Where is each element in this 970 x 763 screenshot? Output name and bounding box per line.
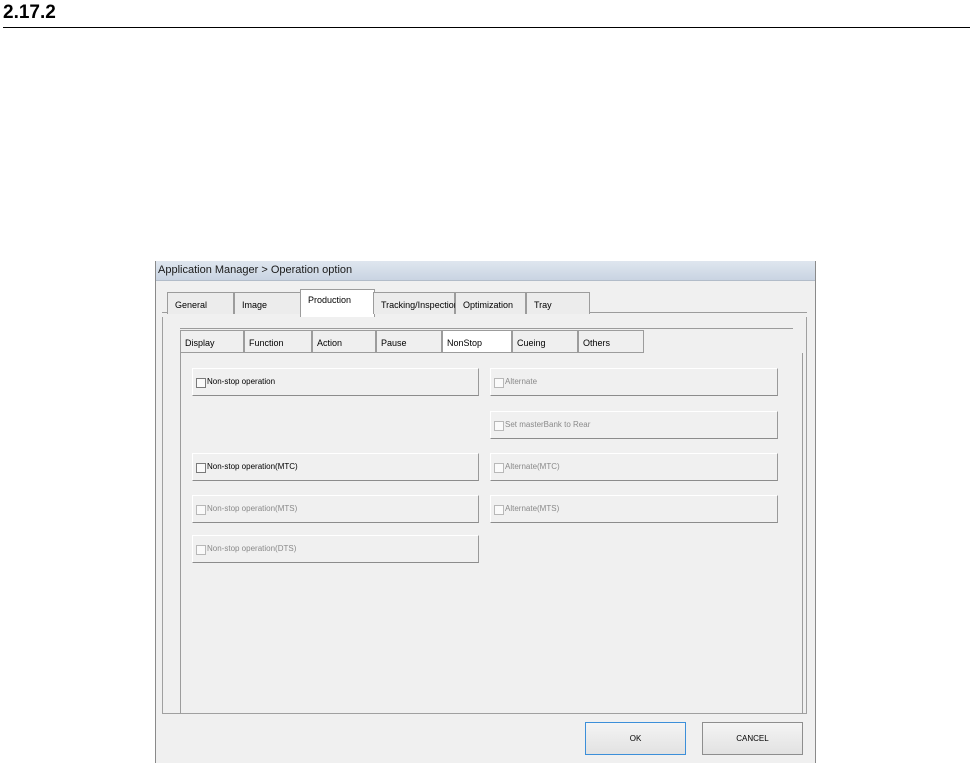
nonstop-operation-mts-checkbox [196, 505, 206, 515]
subtab-action[interactable]: Action [312, 330, 376, 353]
nonstop-operation-dts-label: Non-stop operation(DTS) [207, 544, 297, 553]
tab-image[interactable]: Image [234, 292, 301, 314]
cancel-button[interactable]: CANCEL [702, 722, 803, 755]
nonstop-operation-mtc-option[interactable]: Non-stop operation(MTC) [192, 453, 479, 481]
section-heading: 2.17.2 [3, 0, 970, 28]
dialog-titlebar: Application Manager > Operation option [156, 261, 815, 281]
subtab-strip-line [180, 328, 793, 329]
nonstop-operation-mtc-label: Non-stop operation(MTC) [207, 462, 298, 471]
set-masterbank-rear-label: Set masterBank to Rear [505, 420, 591, 429]
nonstop-operation-dts-checkbox [196, 545, 206, 555]
alternate-mts-checkbox [494, 505, 504, 515]
ok-button[interactable]: OK [585, 722, 686, 755]
operation-option-dialog: Application Manager > Operation option G… [155, 261, 816, 763]
nonstop-operation-label: Non-stop operation [207, 377, 276, 386]
tab-tracking-inspection[interactable]: Tracking/Inspection [373, 292, 459, 314]
alternate-checkbox [494, 378, 504, 388]
subtab-cueing[interactable]: Cueing [512, 330, 578, 353]
subtab-nonstop[interactable]: NonStop [442, 330, 512, 353]
set-masterbank-rear-option: Set masterBank to Rear [490, 411, 778, 439]
tab-optimization[interactable]: Optimization [455, 292, 526, 314]
alternate-mts-label: Alternate(MTS) [505, 504, 560, 513]
alternate-mtc-checkbox [494, 463, 504, 473]
nonstop-operation-checkbox[interactable] [196, 378, 206, 388]
nonstop-operation-option[interactable]: Non-stop operation [192, 368, 479, 396]
alternate-mts-option: Alternate(MTS) [490, 495, 778, 523]
nonstop-page [180, 353, 803, 715]
tab-production[interactable]: Production [300, 289, 375, 317]
subtab-function[interactable]: Function [244, 330, 312, 353]
tab-general[interactable]: General [167, 292, 234, 314]
subtab-pause[interactable]: Pause [376, 330, 442, 353]
section-number: 2.17.2 [3, 2, 56, 23]
tab-tray[interactable]: Tray [526, 292, 590, 314]
alternate-mtc-label: Alternate(MTC) [505, 462, 560, 471]
nonstop-operation-mts-option: Non-stop operation(MTS) [192, 495, 479, 523]
nonstop-operation-mts-label: Non-stop operation(MTS) [207, 504, 298, 513]
subtab-display[interactable]: Display [180, 330, 244, 353]
alternate-label: Alternate [505, 377, 538, 386]
set-masterbank-rear-checkbox [494, 421, 504, 431]
subtab-others[interactable]: Others [578, 330, 644, 353]
alternate-option: Alternate [490, 368, 778, 396]
alternate-mtc-option: Alternate(MTC) [490, 453, 778, 481]
nonstop-operation-mtc-checkbox[interactable] [196, 463, 206, 473]
dialog-title: Application Manager > Operation option [158, 264, 353, 276]
nonstop-operation-dts-option: Non-stop operation(DTS) [192, 535, 479, 563]
